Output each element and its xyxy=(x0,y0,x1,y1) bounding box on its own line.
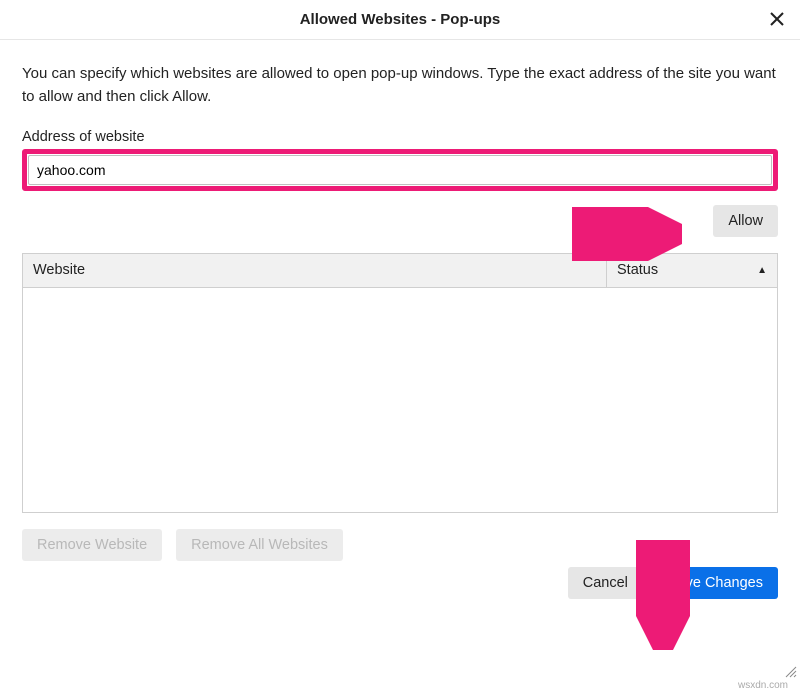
table-header: Website Status ▲ xyxy=(23,254,777,288)
dialog-title: Allowed Websites - Pop-ups xyxy=(300,11,501,28)
address-input[interactable] xyxy=(28,155,772,185)
close-icon[interactable] xyxy=(768,10,786,33)
resize-grip-icon xyxy=(784,665,798,679)
address-label: Address of website xyxy=(22,129,778,145)
websites-table: Website Status ▲ xyxy=(22,253,778,513)
cancel-button[interactable]: Cancel xyxy=(568,567,643,599)
watermark: wsxdn.com xyxy=(738,680,788,691)
dialog-content: You can specify which websites are allow… xyxy=(0,40,800,603)
column-status[interactable]: Status ▲ xyxy=(607,254,777,287)
sort-icon: ▲ xyxy=(757,265,767,276)
allow-button[interactable]: Allow xyxy=(713,205,778,237)
dialog-header: Allowed Websites - Pop-ups xyxy=(0,0,800,40)
description-text: You can specify which websites are allow… xyxy=(22,62,778,109)
address-highlight xyxy=(22,149,778,191)
save-button[interactable]: Save Changes xyxy=(653,567,778,599)
remove-website-button: Remove Website xyxy=(22,529,162,561)
remove-all-button: Remove All Websites xyxy=(176,529,343,561)
column-website[interactable]: Website xyxy=(23,254,607,287)
column-status-label: Status xyxy=(617,262,658,278)
